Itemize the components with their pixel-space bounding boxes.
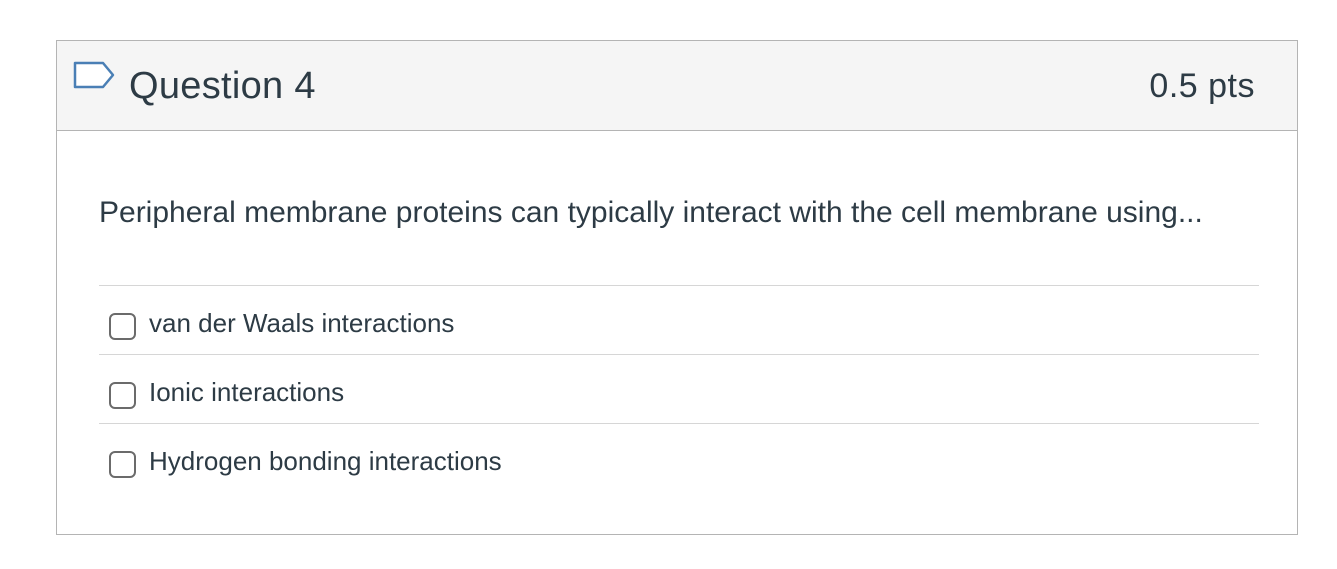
answer-checkbox[interactable] [109,382,136,409]
answer-label[interactable]: Ionic interactions [149,375,344,409]
flag-question-icon[interactable] [73,61,117,95]
answer-option-2[interactable]: Ionic interactions [99,354,1259,423]
question-text: Peripheral membrane proteins can typical… [99,196,1203,229]
question-points: 0.5 pts [1149,67,1255,105]
question-header: Question 4 0.5 pts [57,41,1297,131]
answer-list: van der Waals interactions Ionic interac… [99,285,1259,492]
question-title: Question 4 [129,65,316,107]
question-card: Question 4 0.5 pts Peripheral membrane p… [56,40,1298,535]
answer-option-3[interactable]: Hydrogen bonding interactions [99,423,1259,492]
answer-checkbox[interactable] [109,451,136,478]
answer-label[interactable]: van der Waals interactions [149,306,454,340]
answer-option-1[interactable]: van der Waals interactions [99,285,1259,354]
answer-label[interactable]: Hydrogen bonding interactions [149,444,502,478]
answer-checkbox[interactable] [109,313,136,340]
